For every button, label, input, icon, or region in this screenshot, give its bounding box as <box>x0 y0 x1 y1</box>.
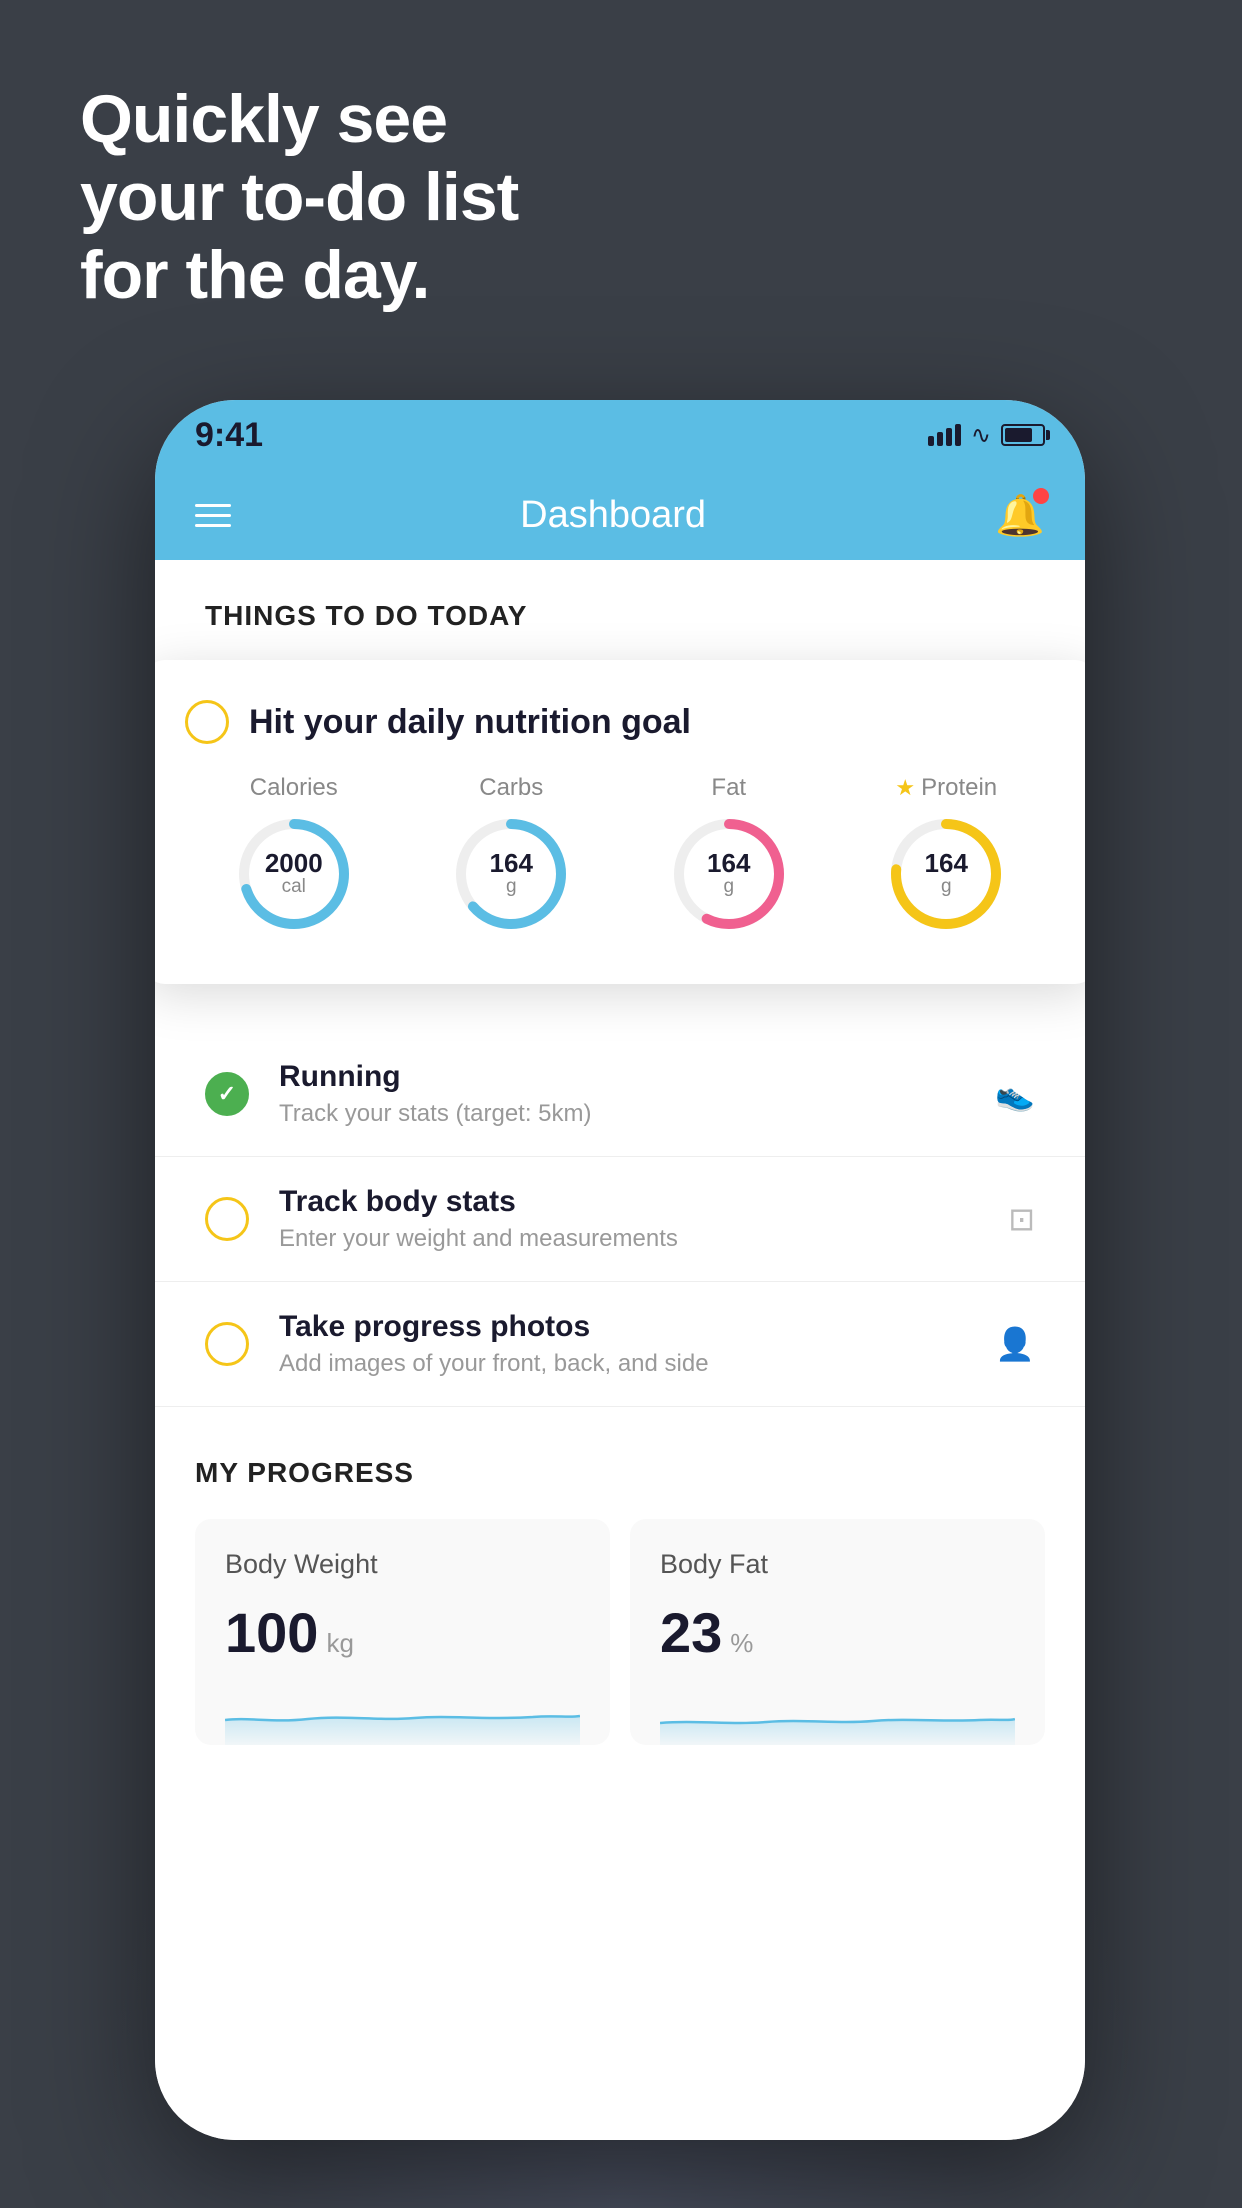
running-subtitle: Track your stats (target: 5km) <box>279 1100 965 1128</box>
scale-icon: ⊡ <box>1008 1200 1035 1238</box>
protein-ring: ★ Protein 164 g <box>886 774 1006 934</box>
photo-icon: 👤 <box>995 1325 1035 1363</box>
calories-value: 2000 <box>265 850 323 876</box>
photos-checkbox[interactable] <box>205 1322 249 1366</box>
star-icon: ★ <box>895 775 915 801</box>
running-title: Running <box>279 1060 965 1094</box>
calories-unit: cal <box>265 876 323 898</box>
running-icon: 👟 <box>995 1075 1035 1113</box>
body-fat-value: 23 <box>660 1600 722 1665</box>
fat-value-container: 164 g <box>707 850 750 898</box>
progress-section-title: MY PROGRESS <box>195 1457 1045 1489</box>
photos-title: Take progress photos <box>279 1310 965 1344</box>
body-weight-sparkline <box>225 1685 580 1745</box>
nutrition-card-title: Hit your daily nutrition goal <box>249 703 691 742</box>
carbs-value: 164 <box>490 850 533 876</box>
body-fat-sparkline <box>660 1685 1015 1745</box>
phone-mockup: 9:41 ∿ Dashboard 🔔 THI <box>155 400 1085 2140</box>
body-fat-label: Body Fat <box>660 1549 1015 1580</box>
body-weight-unit: kg <box>326 1628 353 1659</box>
fat-value: 164 <box>707 850 750 876</box>
body-weight-value-row: 100 kg <box>225 1600 580 1665</box>
body-weight-card[interactable]: Body Weight 100 kg <box>195 1519 610 1745</box>
carbs-label: Carbs <box>479 774 543 802</box>
carbs-ring-wrapper: 164 g <box>451 814 571 934</box>
body-stats-checkbox[interactable] <box>205 1197 249 1241</box>
photos-subtitle: Add images of your front, back, and side <box>279 1350 965 1378</box>
todo-item-running[interactable]: Running Track your stats (target: 5km) 👟 <box>155 1032 1085 1157</box>
carbs-value-container: 164 g <box>490 850 533 898</box>
status-icons: ∿ <box>928 421 1045 450</box>
menu-icon[interactable] <box>195 504 231 527</box>
todo-item-body-stats[interactable]: Track body stats Enter your weight and m… <box>155 1157 1085 1282</box>
header-title: Dashboard <box>520 494 706 537</box>
carbs-ring: Carbs 164 g <box>451 774 571 934</box>
protein-label: ★ Protein <box>895 774 997 802</box>
body-stats-text: Track body stats Enter your weight and m… <box>279 1185 978 1253</box>
photos-text: Take progress photos Add images of your … <box>279 1310 965 1378</box>
fat-ring: Fat 164 g <box>669 774 789 934</box>
notification-button[interactable]: 🔔 <box>995 492 1045 539</box>
todo-item-progress-photos[interactable]: Take progress photos Add images of your … <box>155 1282 1085 1407</box>
running-checkbox[interactable] <box>205 1072 249 1116</box>
app-header: Dashboard 🔔 <box>155 470 1085 560</box>
hero-text: Quickly see your to-do list for the day. <box>80 80 518 315</box>
body-stats-title: Track body stats <box>279 1185 978 1219</box>
nutrition-card[interactable]: Hit your daily nutrition goal Calories 2… <box>155 660 1085 984</box>
progress-section: MY PROGRESS Body Weight 100 kg <box>155 1407 1085 1745</box>
calories-value-container: 2000 cal <box>265 850 323 898</box>
battery-icon <box>1001 424 1045 446</box>
content-area: THINGS TO DO TODAY Hit your daily nutrit… <box>155 560 1085 2140</box>
todo-list: Running Track your stats (target: 5km) 👟… <box>155 1032 1085 1407</box>
protein-value-container: 164 g <box>925 850 968 898</box>
status-time: 9:41 <box>195 416 263 455</box>
nutrition-rings: Calories 2000 cal Carbs <box>185 774 1055 934</box>
body-stats-subtitle: Enter your weight and measurements <box>279 1225 978 1253</box>
body-weight-label: Body Weight <box>225 1549 580 1580</box>
body-fat-value-row: 23 % <box>660 1600 1015 1665</box>
status-bar: 9:41 ∿ <box>155 400 1085 470</box>
protein-ring-wrapper: 164 g <box>886 814 1006 934</box>
wifi-icon: ∿ <box>971 421 991 450</box>
notification-badge <box>1033 488 1049 504</box>
protein-unit: g <box>925 876 968 898</box>
signal-icon <box>928 424 961 446</box>
nutrition-card-title-row: Hit your daily nutrition goal <box>185 700 1055 744</box>
calories-ring: Calories 2000 cal <box>234 774 354 934</box>
calories-label: Calories <box>250 774 338 802</box>
fat-ring-wrapper: 164 g <box>669 814 789 934</box>
body-weight-value: 100 <box>225 1600 318 1665</box>
things-to-do-header: THINGS TO DO TODAY <box>155 560 1085 652</box>
body-fat-card[interactable]: Body Fat 23 % <box>630 1519 1045 1745</box>
progress-cards: Body Weight 100 kg <box>195 1519 1045 1745</box>
fat-unit: g <box>707 876 750 898</box>
fat-label: Fat <box>711 774 746 802</box>
nutrition-checkbox[interactable] <box>185 700 229 744</box>
body-fat-unit: % <box>730 1628 753 1659</box>
calories-ring-wrapper: 2000 cal <box>234 814 354 934</box>
protein-value: 164 <box>925 850 968 876</box>
running-text: Running Track your stats (target: 5km) <box>279 1060 965 1128</box>
carbs-unit: g <box>490 876 533 898</box>
